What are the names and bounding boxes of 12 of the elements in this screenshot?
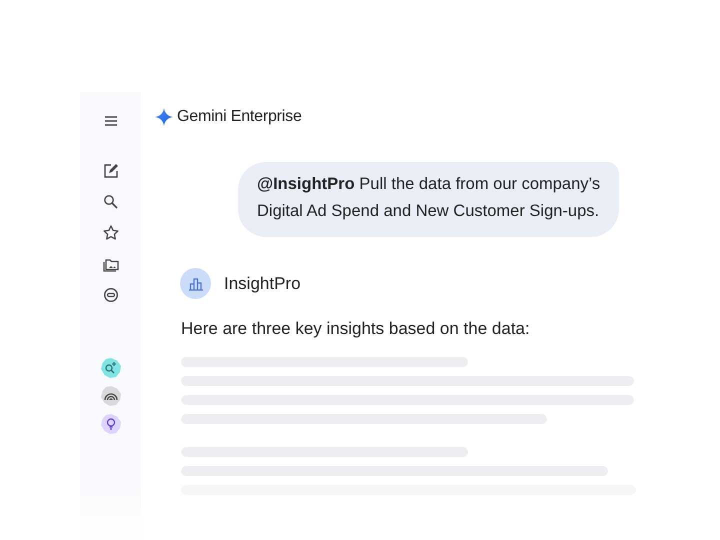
agent-name: InsightPro [224, 274, 301, 294]
search-icon[interactable] [102, 193, 120, 211]
magnifier-agent-icon[interactable] [100, 358, 120, 378]
star-icon[interactable] [102, 224, 120, 242]
user-message: @InsightPro Pull the data from our company’s Digital Ad Spend and New Customer Sign-ups. [238, 162, 620, 237]
chat-icon[interactable] [102, 286, 120, 304]
compose-icon[interactable] [102, 162, 120, 180]
signal-agent-icon[interactable] [100, 386, 120, 406]
bulb-agent-icon[interactable] [100, 414, 120, 434]
reply-text: Here are three key insights based on the data: [181, 319, 531, 339]
app-title: Gemini Enterprise [177, 108, 302, 126]
sparkle-icon [155, 108, 173, 126]
